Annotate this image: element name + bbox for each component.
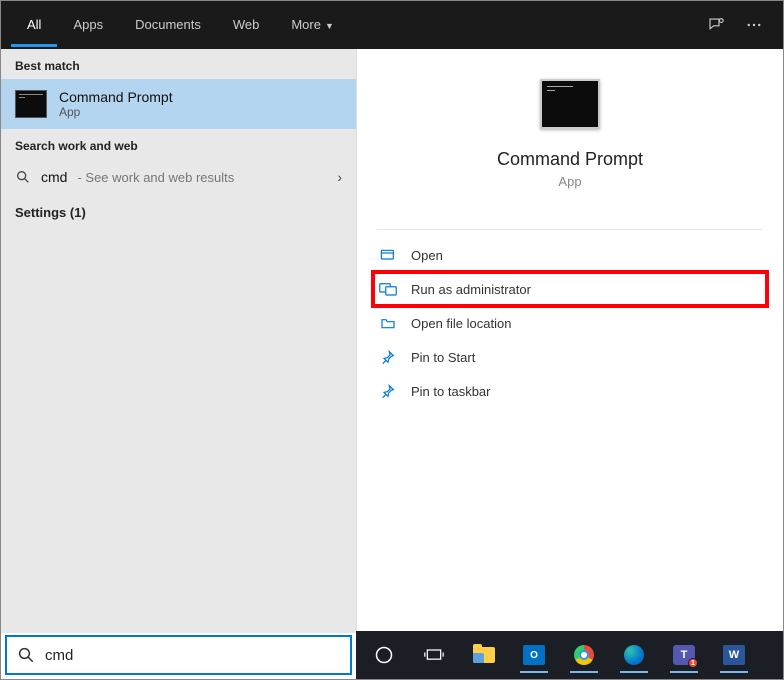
teams-icon: T1 [673, 645, 695, 665]
chrome-icon [574, 645, 594, 665]
action-pin-to-start[interactable]: Pin to Start [373, 340, 767, 374]
action-open-file-location[interactable]: Open file location [373, 306, 767, 340]
chevron-right-icon: › [337, 169, 342, 185]
search-icon [15, 169, 31, 185]
tab-documents[interactable]: Documents [119, 3, 217, 47]
tab-web[interactable]: Web [217, 3, 276, 47]
search-content: Best match Command Prompt App Search wor… [1, 49, 783, 633]
tab-label: More [291, 17, 321, 32]
settings-label: Settings (1) [15, 205, 86, 220]
word-button[interactable]: W [712, 635, 756, 675]
search-work-web-heading: Search work and web [1, 129, 356, 159]
divider [377, 229, 763, 230]
search-hint: - See work and web results [77, 170, 234, 185]
best-match-text: Command Prompt App [59, 89, 173, 119]
outlook-icon: O [523, 645, 545, 665]
feedback-icon[interactable] [707, 16, 725, 34]
edge-icon [624, 645, 644, 665]
search-icon [17, 646, 35, 664]
filter-tabs: All Apps Documents Web More ▼ [11, 3, 707, 47]
search-box[interactable] [5, 635, 352, 675]
preview-subtitle: App [377, 174, 763, 189]
search-work-web-item[interactable]: cmd - See work and web results › [1, 159, 356, 195]
file-explorer-icon [473, 647, 495, 663]
word-icon: W [723, 645, 745, 665]
action-label: Open file location [411, 316, 511, 331]
command-prompt-icon [15, 90, 47, 118]
taskbar: O T1 W [356, 631, 783, 679]
tab-apps[interactable]: Apps [57, 3, 119, 47]
tab-more[interactable]: More ▼ [275, 3, 350, 47]
results-panel: Best match Command Prompt App Search wor… [1, 49, 356, 633]
more-options-icon[interactable] [745, 16, 763, 34]
action-label: Pin to taskbar [411, 384, 491, 399]
preview-title: Command Prompt [377, 149, 763, 170]
pin-icon [379, 383, 397, 399]
search-query: cmd [41, 169, 67, 185]
admin-icon [379, 281, 397, 297]
chevron-down-icon: ▼ [325, 21, 334, 31]
preview-hero: Command Prompt App [357, 49, 783, 209]
action-list: Open Run as administrator Open file loca… [357, 238, 783, 408]
pin-icon [379, 349, 397, 365]
action-label: Run as administrator [411, 282, 531, 297]
tab-label: Apps [73, 17, 103, 32]
search-input[interactable] [45, 647, 340, 664]
teams-button[interactable]: T1 [662, 635, 706, 675]
result-title: Command Prompt [59, 89, 173, 105]
notification-badge: 1 [688, 658, 698, 668]
action-open[interactable]: Open [373, 238, 767, 272]
file-explorer-button[interactable] [462, 635, 506, 675]
settings-group[interactable]: Settings (1) [1, 195, 356, 230]
result-subtitle: App [59, 105, 173, 119]
cortana-button[interactable] [362, 635, 406, 675]
open-icon [379, 247, 397, 263]
edge-button[interactable] [612, 635, 656, 675]
tab-label: Web [233, 17, 260, 32]
outlook-button[interactable]: O [512, 635, 556, 675]
action-pin-to-taskbar[interactable]: Pin to taskbar [373, 374, 767, 408]
tab-all[interactable]: All [11, 3, 57, 47]
chrome-button[interactable] [562, 635, 606, 675]
best-match-result[interactable]: Command Prompt App [1, 79, 356, 129]
tab-label: Documents [135, 17, 201, 32]
action-run-as-administrator[interactable]: Run as administrator [373, 272, 767, 306]
preview-panel: Command Prompt App Open Run as administr… [356, 49, 783, 633]
command-prompt-icon [540, 79, 600, 129]
folder-icon [379, 315, 397, 331]
search-header: All Apps Documents Web More ▼ [1, 1, 783, 49]
action-label: Open [411, 248, 443, 263]
best-match-heading: Best match [1, 49, 356, 79]
task-view-button[interactable] [412, 635, 456, 675]
tab-label: All [27, 17, 41, 32]
action-label: Pin to Start [411, 350, 475, 365]
